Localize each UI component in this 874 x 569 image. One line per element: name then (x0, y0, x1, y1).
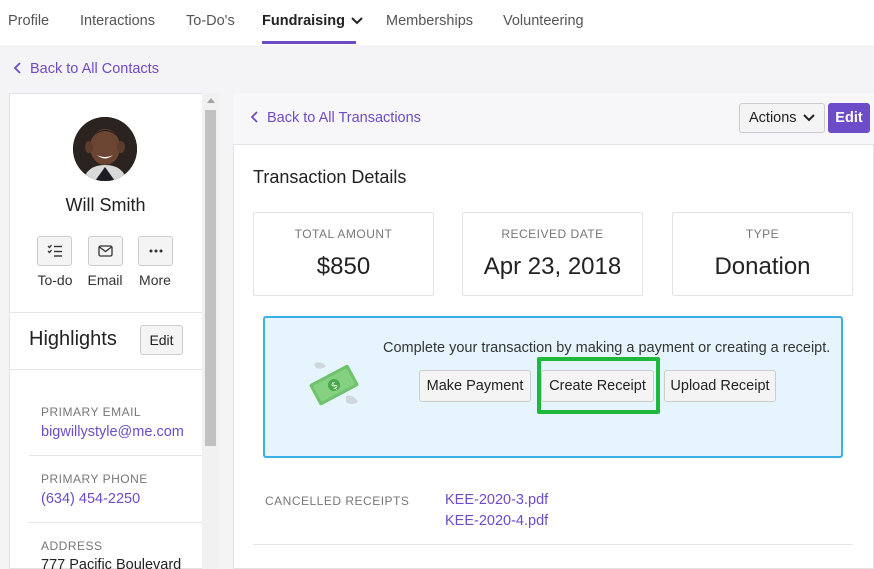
scrollbar-thumb[interactable] (205, 110, 216, 446)
stat-value: $850 (316, 253, 371, 280)
stat-label: TOTAL AMOUNT (294, 227, 393, 241)
stat-label: RECEIVED DATE (501, 227, 604, 241)
tab-volunteering[interactable]: Volunteering (503, 0, 584, 44)
primary-email-label: PRIMARY EMAIL (41, 405, 142, 419)
tab-interactions[interactable]: Interactions (80, 0, 155, 44)
highlights-edit-button[interactable]: Edit (140, 325, 183, 355)
todo-button[interactable] (37, 236, 72, 266)
chevron-down-icon (803, 114, 815, 122)
make-payment-button[interactable]: Make Payment (419, 370, 531, 402)
cancelled-receipts-label: CANCELLED RECEIPTS (265, 494, 410, 508)
stat-value: Apr 23, 2018 (483, 253, 622, 280)
email-button[interactable] (88, 236, 123, 266)
tab-memberships[interactable]: Memberships (386, 0, 473, 44)
stat-value: Donation (714, 253, 811, 280)
scroll-up-arrow-icon[interactable] (207, 98, 215, 103)
primary-phone-value[interactable]: (634) 454-2250 (41, 491, 140, 507)
back-to-contacts-label: Back to All Contacts (30, 61, 159, 77)
divider (29, 522, 202, 523)
back-to-transactions-link[interactable]: Back to All Transactions (250, 108, 421, 128)
chevron-down-icon (351, 17, 363, 25)
edit-transaction-button[interactable]: Edit (828, 103, 870, 133)
address-value: 777 Pacific Boulevard (41, 557, 182, 569)
divider (9, 312, 202, 313)
top-nav: Profile Interactions To-Do's Fundraising… (0, 0, 874, 45)
tab-fundraising[interactable]: Fundraising (262, 0, 363, 44)
chevron-left-icon (250, 111, 258, 123)
avatar (73, 117, 137, 181)
actions-dropdown[interactable]: Actions (739, 103, 825, 133)
chevron-left-icon (13, 62, 21, 74)
callout-message: Complete your transaction by making a pa… (383, 340, 831, 356)
divider (9, 369, 202, 370)
divider (253, 544, 853, 545)
sidebar-scrollbar[interactable] (202, 93, 219, 569)
more-button[interactable] (138, 236, 173, 266)
receipt-link[interactable]: KEE-2020-3.pdf (445, 492, 548, 508)
highlights-title: Highlights (29, 328, 117, 350)
contact-name: Will Smith (65, 195, 146, 215)
primary-email-value[interactable]: bigwillystyle@me.com (41, 424, 184, 440)
stat-label: TYPE (745, 227, 780, 241)
ellipsis-icon (149, 249, 162, 253)
upload-receipt-button[interactable]: Upload Receipt (664, 370, 776, 402)
total-amount-card: TOTAL AMOUNT $850 (253, 212, 434, 296)
envelope-icon (98, 245, 113, 257)
address-label: ADDRESS (41, 539, 103, 553)
received-date-card: RECEIVED DATE Apr 23, 2018 (462, 212, 643, 296)
receipt-link[interactable]: KEE-2020-4.pdf (445, 513, 548, 529)
divider (29, 455, 202, 456)
back-to-contacts-link[interactable]: Back to All Contacts (13, 58, 159, 80)
highlight-annotation (537, 357, 660, 414)
more-label: More (139, 272, 171, 288)
flying-money-icon: $ (309, 362, 359, 406)
tab-fundraising-label: Fundraising (262, 13, 345, 29)
section-title: Transaction Details (253, 167, 407, 187)
back-to-transactions-label: Back to All Transactions (267, 110, 421, 126)
checklist-icon (47, 244, 62, 257)
type-card: TYPE Donation (672, 212, 853, 296)
primary-phone-label: PRIMARY PHONE (41, 472, 148, 486)
tab-profile[interactable]: Profile (8, 0, 49, 44)
tab-todos[interactable]: To-Do's (186, 0, 235, 44)
actions-label: Actions (749, 110, 797, 126)
